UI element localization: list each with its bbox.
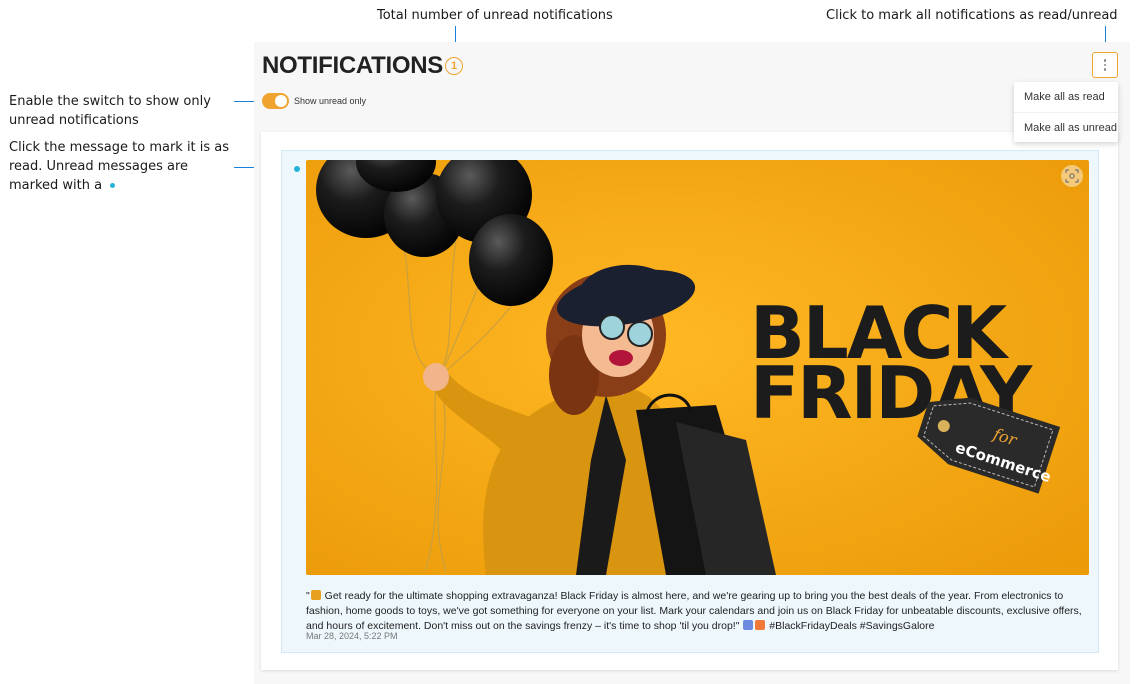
message-body: Get ready for the ultimate shopping extr…	[306, 590, 1082, 632]
notification-list: BLACK FRIDAY for eCommerce " Get ready f…	[261, 132, 1118, 670]
callout-message-line3: marked with a	[9, 176, 229, 195]
unread-dot-icon	[110, 183, 116, 188]
callout-message-line3-text: marked with a	[9, 178, 103, 193]
callout-message-line2: read. Unread messages are	[9, 159, 189, 174]
callout-message-line1: Click the message to mark it is as	[9, 140, 230, 155]
gift-emoji	[755, 620, 766, 630]
callout-unread-total: Total number of unread notifications	[377, 8, 613, 23]
callout-switch-line2: unread notifications	[9, 113, 139, 128]
unread-dot-icon	[294, 166, 300, 172]
shopping-bags-emoji	[743, 620, 754, 630]
unread-count-badge: 1	[445, 57, 463, 75]
message-hashtags: #BlackFridayDeals #SavingsGalore	[766, 620, 935, 632]
menu-item-mark-all-unread[interactable]: Make all as unread	[1014, 112, 1118, 142]
kebab-dot	[1103, 68, 1107, 71]
callout-message: Click the message to mark it is as read.…	[9, 138, 229, 195]
notification-banner-image: BLACK FRIDAY for eCommerce	[306, 160, 1089, 575]
kebab-dot	[1103, 59, 1107, 62]
banner-illustration: BLACK FRIDAY for eCommerce	[306, 160, 1089, 575]
party-popper-emoji	[310, 590, 321, 600]
show-unread-toggle[interactable]	[262, 93, 289, 109]
callout-mark-all: Click to mark all notifications as read/…	[826, 8, 1118, 23]
notification-card[interactable]: BLACK FRIDAY for eCommerce " Get ready f…	[281, 150, 1099, 653]
toggle-knob	[275, 95, 287, 107]
message-quote: "	[306, 590, 310, 602]
notification-message: " Get ready for the ultimate shopping ex…	[306, 589, 1086, 634]
callout-switch: Enable the switch to show only unread no…	[9, 92, 211, 130]
callout-switch-line1: Enable the switch to show only	[9, 94, 211, 109]
page-title: NOTIFICATIONS	[262, 52, 443, 79]
kebab-menu-button[interactable]	[1092, 52, 1118, 78]
notifications-panel: NOTIFICATIONS 1 Make all as read Make al…	[254, 42, 1130, 684]
show-unread-label: Show unread only	[294, 96, 367, 106]
kebab-dot	[1103, 63, 1107, 67]
menu-item-mark-all-read[interactable]: Make all as read	[1014, 82, 1118, 112]
mark-all-menu: Make all as read Make all as unread	[1014, 82, 1118, 142]
notification-timestamp: Mar 28, 2024, 5:22 PM	[306, 631, 398, 641]
scan-icon-glyph	[1065, 169, 1079, 183]
scan-icon[interactable]	[1061, 165, 1083, 187]
